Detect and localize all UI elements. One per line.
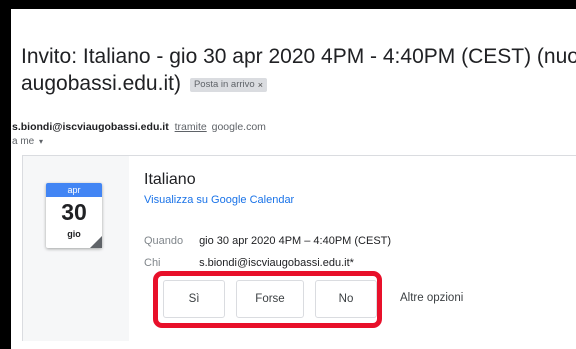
who-label: Chi xyxy=(144,257,161,269)
sender-address[interactable]: s.biondi@iscviaugobassi.edu.it xyxy=(12,121,169,133)
via-domain: google.com xyxy=(211,121,266,133)
calendar-month: apr xyxy=(46,183,102,197)
view-in-calendar-link[interactable]: Visualizza su Google Calendar xyxy=(144,194,294,206)
event-title: Italiano xyxy=(144,171,196,188)
subject-line-2: augobassi.edu.it) xyxy=(21,72,181,95)
when-label: Quando xyxy=(144,235,184,247)
when-value: gio 30 apr 2020 4PM – 4:40PM (CEST) xyxy=(199,235,392,247)
sender-line: s.biondi@iscviaugobassi.edu.it tramite g… xyxy=(12,121,266,133)
via-label[interactable]: tramite xyxy=(175,121,207,133)
event-when-row: Quando gio 30 apr 2020 4PM – 4:40PM (CES… xyxy=(144,235,391,247)
subject-line-1: Invito: Italiano - gio 30 apr 2020 4PM -… xyxy=(21,45,576,68)
page-fold-icon xyxy=(90,236,102,248)
recipient-dropdown[interactable]: a me ▾ xyxy=(12,136,43,147)
calendar-panel: apr 30 gio xyxy=(23,156,129,341)
more-options-link[interactable]: Altre opzioni xyxy=(400,292,463,304)
rsvp-maybe-button[interactable]: Forse xyxy=(236,280,304,318)
who-value[interactable]: s.biondi@iscviaugobassi.edu.it* xyxy=(199,257,354,269)
recipient-label: a me xyxy=(12,136,35,147)
inbox-label-chip[interactable]: Posta in arrivo × xyxy=(189,77,267,92)
inbox-label-text: Posta in arrivo xyxy=(193,78,255,90)
calendar-day: 30 xyxy=(61,199,87,225)
rsvp-no-button[interactable]: No xyxy=(315,280,377,318)
chevron-down-icon: ▾ xyxy=(39,137,44,146)
rsvp-yes-button[interactable]: Sì xyxy=(163,280,225,318)
remove-label-icon[interactable]: × xyxy=(258,78,263,92)
email-subject: Invito: Italiano - gio 30 apr 2020 4PM -… xyxy=(21,43,576,97)
event-who-row: Chi s.biondi@iscviaugobassi.edu.it* xyxy=(144,257,354,269)
calendar-date-icon: apr 30 gio xyxy=(46,183,102,248)
